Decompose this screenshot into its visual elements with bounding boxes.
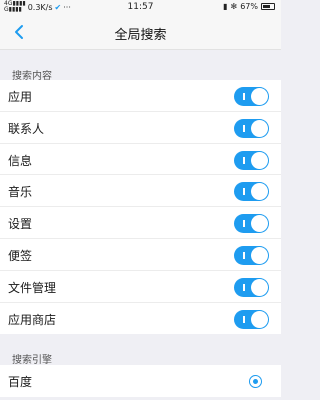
radio-selected-icon[interactable] [249, 375, 262, 388]
row-notes[interactable]: 便签 [0, 239, 281, 271]
toggle-switch[interactable] [234, 277, 269, 297]
row-music[interactable]: 音乐 [0, 175, 281, 208]
row-baidu[interactable]: 百度 [0, 365, 281, 397]
search-content-list: 应用 联系人 信息 音乐 设置 便签 文件管理 应用商店 [0, 80, 281, 335]
toggle-switch[interactable] [234, 245, 269, 265]
alarm-icon: ▮ [223, 2, 228, 11]
row-label: 联系人 [8, 121, 45, 136]
search-engine-list: 百度 [0, 365, 281, 397]
row-label: 音乐 [8, 185, 33, 200]
toggle-switch[interactable] [234, 182, 269, 202]
toggle-switch[interactable] [234, 87, 269, 106]
section-title-search-engine: 搜索引擎 [12, 355, 52, 366]
toggle-switch[interactable] [234, 118, 269, 138]
row-contacts[interactable]: 联系人 [0, 112, 281, 144]
row-label: 设置 [8, 217, 33, 232]
row-label: 文件管理 [8, 280, 57, 295]
toggle-switch[interactable] [234, 309, 269, 329]
toggle-switch[interactable] [234, 214, 269, 234]
status-bar: 4G▮▮▮▮ G▮▮▮▮ 0.3K/s ✔ ··· 11:57 ▮ ✻ 67% [0, 0, 281, 14]
row-app-store[interactable]: 应用商店 [0, 303, 281, 335]
row-file-manager[interactable]: 文件管理 [0, 271, 281, 303]
battery-percent: 67% [240, 2, 258, 11]
battery-icon [261, 3, 275, 10]
nav-bar: 全局搜索 [0, 14, 281, 50]
row-label: 应用商店 [8, 312, 57, 327]
row-apps[interactable]: 应用 [0, 80, 281, 112]
toggle-switch[interactable] [234, 150, 269, 170]
nfc-icon: ✻ [230, 2, 238, 11]
row-settings[interactable]: 设置 [0, 207, 281, 239]
row-label: 便签 [8, 248, 33, 263]
row-messages[interactable]: 信息 [0, 144, 281, 176]
page-title: 全局搜索 [114, 28, 167, 43]
row-label: 信息 [8, 153, 33, 168]
row-label: 应用 [8, 90, 33, 104]
row-label: 百度 [8, 375, 33, 389]
